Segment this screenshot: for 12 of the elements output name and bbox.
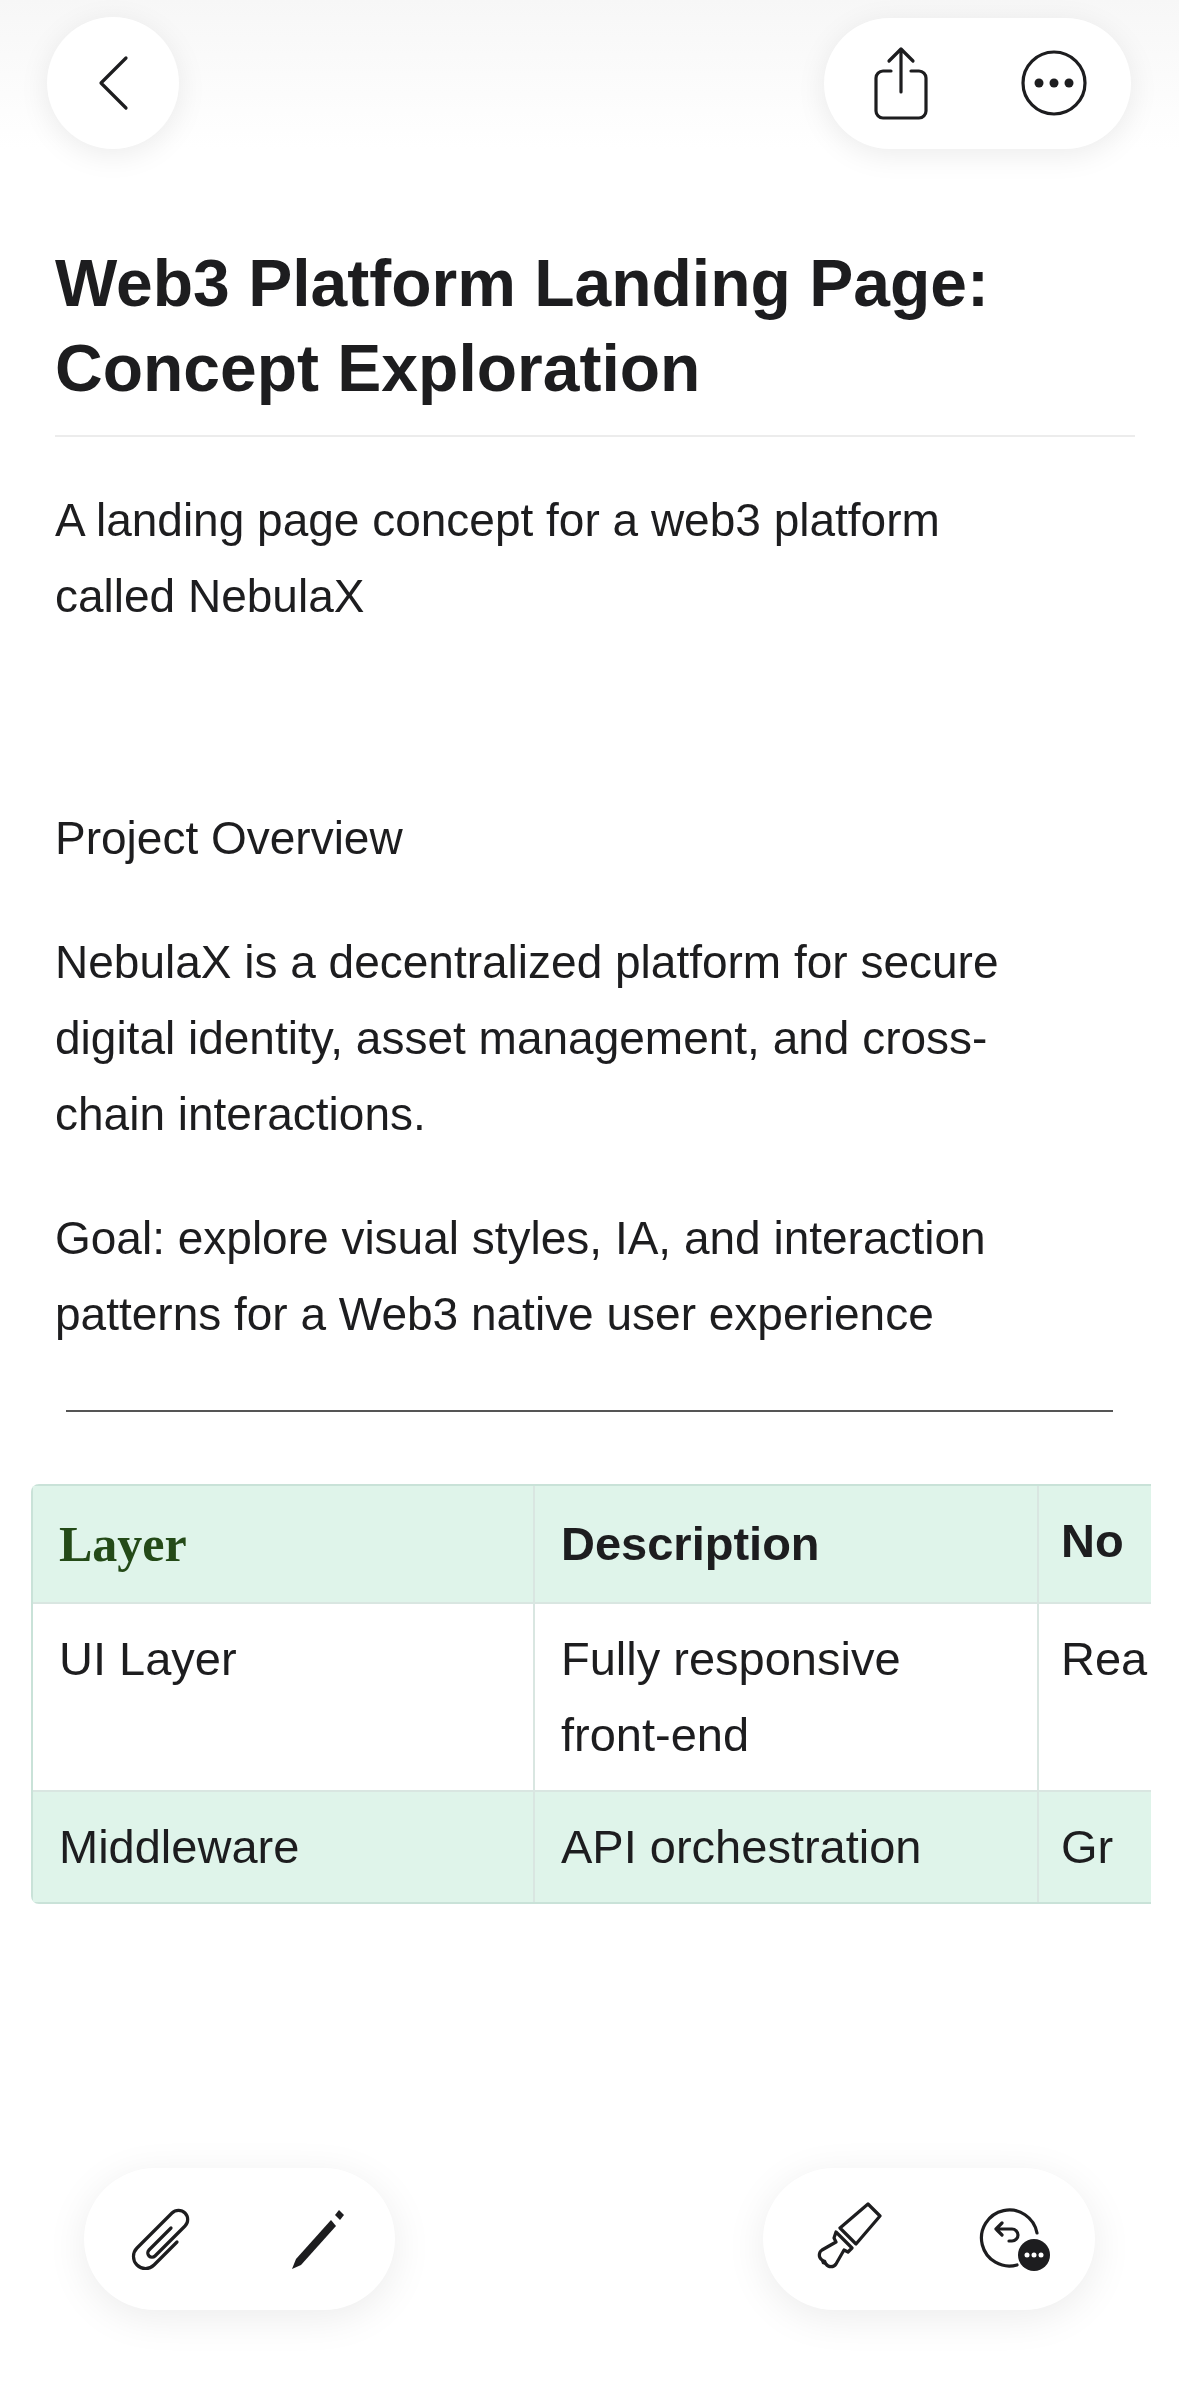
column-header: Layer xyxy=(33,1486,534,1603)
table-cell: Gr xyxy=(1038,1791,1151,1902)
paragraph: A landing page concept for a web3 platform called NebulaX xyxy=(55,493,941,624)
more-icon xyxy=(1020,49,1089,117)
section-heading: Project Overview xyxy=(55,811,404,866)
document-title: Web3 Platform Landing Page: Concept Exploration xyxy=(55,241,1135,437)
column-header: No xyxy=(1038,1486,1151,1603)
table-cell: API orchestration xyxy=(534,1791,1038,1902)
paragraph: NebulaX is a decentralized platform for secure digital identity, asset management, and cross-chain interactions. xyxy=(55,935,1000,1142)
table-cell: Middleware xyxy=(33,1791,534,1902)
paragraph: Goal: explore visual styles, IA, and interaction patterns for a Web3 native user experience xyxy=(55,1211,987,1342)
column-header: Description xyxy=(534,1486,1038,1603)
